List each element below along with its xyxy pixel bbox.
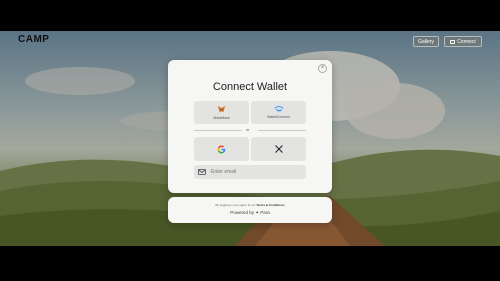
wallet-icon	[450, 39, 456, 44]
para-logo-icon: ✦	[255, 210, 260, 215]
connect-button[interactable]: Connect	[444, 36, 482, 47]
terms-prefix: By logging in you agree to our	[215, 203, 256, 207]
modal-title: Connect Wallet	[212, 81, 288, 93]
divider-right	[258, 130, 306, 131]
terms-link[interactable]: Terms & Conditions	[256, 203, 284, 207]
connect-label: Connect	[457, 38, 476, 45]
powered-by-label: Powered by	[230, 210, 254, 215]
logo: CAMP	[18, 34, 50, 45]
powered-by-brand[interactable]: Para	[260, 210, 270, 215]
google-login-button[interactable]	[194, 137, 249, 161]
google-icon	[217, 144, 226, 153]
gallery-label: Gallery	[418, 38, 434, 45]
screen: CAMP Gallery Connect × Connect Wallet Me…	[0, 0, 500, 281]
close-button[interactable]: ×	[318, 64, 327, 73]
email-field-container	[194, 165, 306, 179]
walletconnect-wallet-button[interactable]: WalletConnect	[251, 101, 306, 124]
mail-icon	[198, 169, 206, 175]
modal-footer: By logging in you agree to our Terms & C…	[168, 197, 332, 223]
divider-left	[194, 130, 242, 131]
metamask-fox-icon	[217, 105, 226, 113]
gallery-button[interactable]: Gallery	[413, 36, 439, 47]
metamask-wallet-button[interactable]: MetaMask	[194, 101, 249, 124]
walletconnect-icon	[274, 106, 283, 112]
terms-text: By logging in you agree to our Terms & C…	[168, 203, 332, 207]
close-icon: ×	[320, 65, 325, 71]
top-navigation: CAMP Gallery Connect	[0, 31, 500, 53]
x-icon	[274, 145, 283, 153]
connect-wallet-modal: × Connect Wallet MetaMask WalletConnect …	[168, 60, 332, 193]
email-input[interactable]	[211, 169, 301, 175]
x-login-button[interactable]	[251, 137, 306, 161]
walletconnect-label: WalletConnect	[267, 115, 290, 119]
powered-by: Powered by ✦ Para	[168, 210, 332, 216]
divider-or: or	[246, 127, 250, 132]
metamask-label: MetaMask	[213, 116, 230, 120]
